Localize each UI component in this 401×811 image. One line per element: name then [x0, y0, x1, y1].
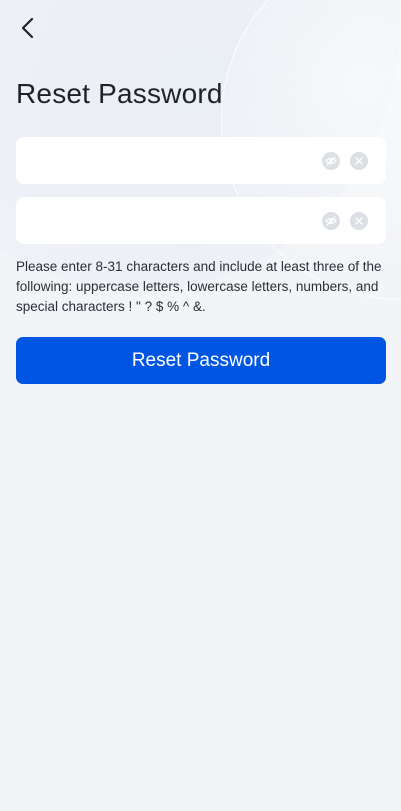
new-password-field[interactable]: [16, 137, 386, 184]
back-button[interactable]: [14, 14, 42, 42]
reset-password-button[interactable]: Reset Password: [16, 337, 386, 384]
confirm-password-input[interactable]: [30, 197, 322, 244]
field-actions: [322, 151, 368, 170]
confirm-password-field[interactable]: [16, 197, 386, 244]
password-requirements-hint: Please enter 8-31 characters and include…: [16, 259, 382, 314]
clear-icon[interactable]: [350, 211, 368, 230]
new-password-input[interactable]: [30, 137, 322, 184]
background-decoration: [0, 0, 401, 811]
chevron-left-icon: [21, 17, 34, 39]
eye-off-icon[interactable]: [322, 151, 340, 170]
clear-icon[interactable]: [350, 151, 368, 170]
page-title: Reset Password: [16, 78, 223, 109]
field-actions: [322, 211, 368, 230]
eye-off-icon[interactable]: [322, 211, 340, 230]
